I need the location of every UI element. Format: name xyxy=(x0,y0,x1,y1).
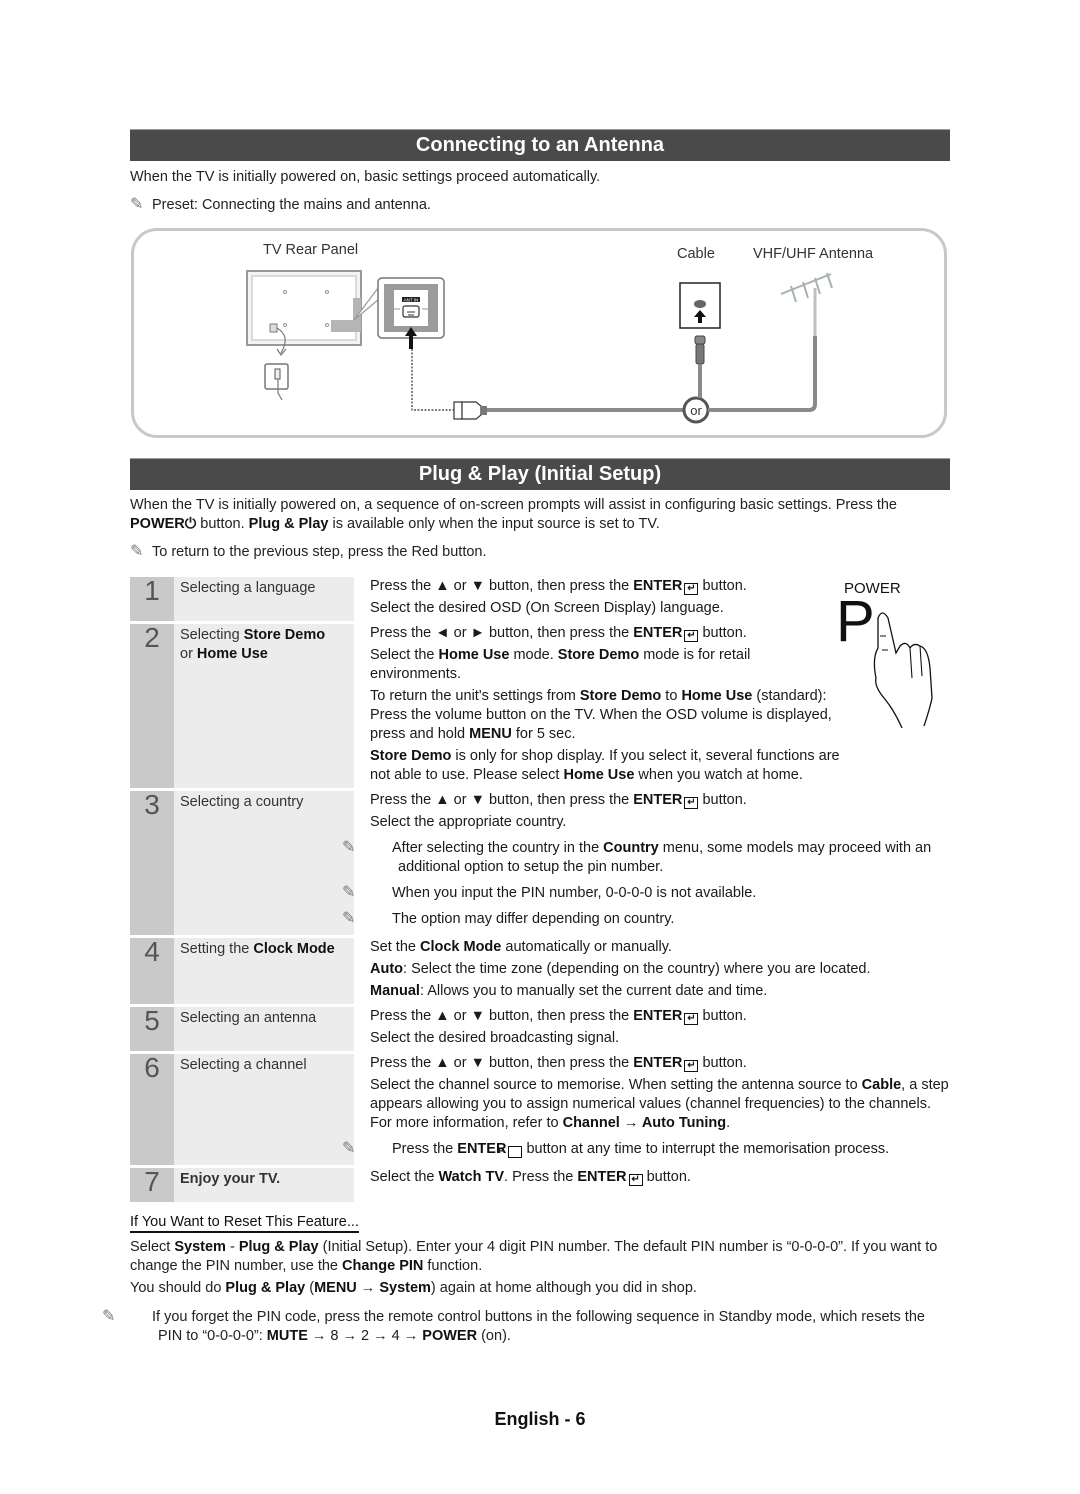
step-number: 3 xyxy=(130,791,174,935)
step-row: 3 Selecting a country Press the ▲ or ▼ b… xyxy=(130,791,950,935)
tv-rear-panel-icon xyxy=(246,270,362,357)
plug-play-intro: When the TV is initially powered on, a s… xyxy=(130,497,897,532)
tv-rear-panel-label: TV Rear Panel xyxy=(263,242,359,258)
antenna-label: VHF/UHF Antenna xyxy=(753,246,874,262)
note-pencil-icon: ✎ xyxy=(130,543,144,560)
note-pencil-icon: ✎ xyxy=(342,1140,356,1157)
note-pencil-icon: ✎ xyxy=(342,839,356,856)
enter-icon: ↵ xyxy=(684,630,699,642)
step-row: 7 Enjoy your TV. Select the Watch TV. Pr… xyxy=(130,1168,950,1202)
enter-icon: ↵ xyxy=(684,1060,699,1072)
step-number: 6 xyxy=(130,1054,174,1165)
step-number: 7 xyxy=(130,1168,174,1202)
plug-play-note: ✎ To return to the previous step, press t… xyxy=(130,543,487,560)
enter-icon: ↵ xyxy=(628,1174,643,1186)
step-row: 5 Selecting an antenna Press the ▲ or ▼ … xyxy=(130,1007,950,1051)
section-title-antenna: Connecting to an Antenna xyxy=(130,129,950,161)
step-title: Setting the Clock Mode xyxy=(174,938,354,1004)
step-title: Selecting Store Demo or Home Use xyxy=(174,624,354,788)
power-symbol-icon: ⏻ xyxy=(184,516,197,532)
step-description: Press the ◄ or ► button, then press the … xyxy=(370,625,840,783)
enter-icon: ↵ xyxy=(684,1013,699,1025)
step-title: Selecting a channel xyxy=(174,1054,354,1165)
step-number: 2 xyxy=(130,624,174,788)
reset-paragraph-1: Select System - Plug & Play (Initial Set… xyxy=(130,1239,938,1274)
step-description: Select the Watch TV. Press the ENTER ↵ bu… xyxy=(370,1169,691,1186)
step-number: 5 xyxy=(130,1007,174,1051)
antenna-note: ✎ Preset: Connecting the mains and antenn… xyxy=(130,196,431,213)
vhf-uhf-antenna-icon xyxy=(708,272,833,412)
step-title: Selecting a country xyxy=(174,791,354,935)
page-footer: English - 6 xyxy=(494,1409,586,1429)
note-pencil-icon: ✎ xyxy=(342,884,356,901)
reset-heading: If You Want to Reset This Feature... xyxy=(130,1214,359,1233)
reset-paragraph-2: You should do Plug & Play (MENU → System… xyxy=(130,1280,697,1296)
or-label: or xyxy=(690,403,702,418)
note-pencil-icon: ✎ xyxy=(102,1308,116,1325)
step-description: Press the ▲ or ▼ button, then press the … xyxy=(370,1008,747,1046)
setup-steps-table: 1 Selecting a language Press the ▲ or ▼ … xyxy=(130,574,950,1205)
power-socket-icon xyxy=(264,363,289,401)
ant-in-callout-icon: ANT IN xyxy=(353,277,445,339)
step-title: Enjoy your TV. xyxy=(174,1168,354,1202)
antenna-intro: When the TV is initially powered on, bas… xyxy=(130,169,601,185)
enter-icon: ↵ xyxy=(497,1146,523,1158)
power-keyword: POWER xyxy=(130,516,185,532)
step-title: Selecting an antenna xyxy=(174,1007,354,1051)
coax-plug-icon xyxy=(453,401,487,420)
step-number: 4 xyxy=(130,938,174,1004)
cable-outlet-icon xyxy=(679,282,721,398)
note-pencil-icon: ✎ xyxy=(342,910,356,927)
step-description: Press the ▲ or ▼ button, then press the … xyxy=(342,792,932,927)
enter-icon: ↵ xyxy=(684,797,699,809)
step-title: Selecting a language xyxy=(174,577,354,621)
step-row: 4 Setting the Clock Mode Set the Clock M… xyxy=(130,938,950,1004)
cable-label: Cable xyxy=(677,246,715,262)
ant-in-label: ANT IN xyxy=(404,298,419,303)
note-pencil-icon: ✎ xyxy=(130,196,144,213)
antenna-connection-diagram: ANT IN or TV Rear Panel Cable VHF/UHF An… xyxy=(131,228,947,438)
step-description: Set the Clock Mode automatically or manu… xyxy=(370,939,871,999)
step-description: Press the ▲ or ▼ button, then press the … xyxy=(370,578,747,616)
step-number: 1 xyxy=(130,577,174,621)
step-row: 6 Selecting a channel Press the ▲ or ▼ b… xyxy=(130,1054,950,1165)
enter-icon: ↵ xyxy=(684,583,699,595)
step-row: 2 Selecting Store Demo or Home Use Press … xyxy=(130,624,950,788)
section-title-plug-play: Plug & Play (Initial Setup) xyxy=(130,458,950,490)
step-description: Press the ▲ or ▼ button, then press the … xyxy=(342,1055,949,1158)
reset-note: ✎ If you forget the PIN code, press the r… xyxy=(102,1308,925,1344)
step-row: 1 Selecting a language Press the ▲ or ▼ … xyxy=(130,577,950,621)
